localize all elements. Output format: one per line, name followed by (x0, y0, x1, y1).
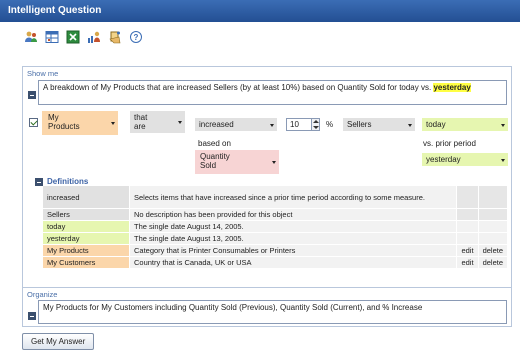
prior-period-dropdown[interactable]: yesterday (422, 153, 508, 166)
edit-link[interactable]: edit (457, 257, 478, 268)
toolbar: ? (24, 30, 143, 46)
table-icon[interactable] (45, 30, 59, 44)
verb-dropdown[interactable]: that are (130, 111, 185, 133)
collapse-organize-icon[interactable] (28, 312, 36, 320)
chevron-down-icon (408, 123, 412, 127)
chevron-down-icon (501, 123, 505, 127)
delete-link (478, 186, 507, 208)
table-row: today The single date August 14, 2005. (43, 221, 507, 232)
chevron-down-icon (272, 161, 276, 164)
stepper-up-icon[interactable] (313, 120, 319, 123)
svg-text:?: ? (134, 33, 139, 42)
definition-description: The single date August 13, 2005. (130, 233, 457, 244)
table-row: My Products Category that is Printer Con… (43, 245, 507, 256)
delete-link[interactable]: delete (478, 257, 507, 268)
show-me-label: Show me (27, 69, 59, 78)
help-icon[interactable]: ? (129, 30, 143, 44)
organize-panel: Organize My Products for My Customers in… (22, 287, 512, 327)
users-icon[interactable] (24, 30, 38, 44)
definition-term: My Products (43, 245, 129, 256)
measure-group-value: Sellers (347, 120, 372, 129)
comparison-value: increased (199, 120, 234, 129)
question-highlight: yesterday (433, 83, 471, 92)
definition-description: Country that is Canada, UK or USA (130, 257, 457, 268)
prior-period-value: yesterday (426, 155, 461, 164)
organize-text-box[interactable]: My Products for My Customers including Q… (38, 300, 507, 324)
chevron-down-icon (111, 122, 115, 125)
definition-description: Category that is Printer Consumables or … (130, 245, 457, 256)
delete-link (478, 209, 507, 220)
edit-link (457, 221, 478, 232)
show-me-panel: Show me A breakdown of My Products that … (22, 66, 512, 309)
chevron-down-icon (270, 123, 274, 127)
measure-dropdown[interactable]: Quantity Sold (195, 150, 279, 174)
question-text-box[interactable]: A breakdown of My Products that are incr… (38, 80, 507, 105)
delete-link[interactable]: delete (478, 245, 507, 256)
table-row: My Customers Country that is Canada, UK … (43, 257, 507, 268)
subject-dropdown[interactable]: My Products (42, 111, 118, 135)
window-title: Intelligent Question (0, 0, 520, 22)
definition-term: Sellers (43, 209, 129, 220)
edit-link (457, 209, 478, 220)
current-period-value: today (426, 120, 446, 129)
user-chart-icon[interactable] (87, 30, 101, 44)
current-period-dropdown[interactable]: today (422, 118, 508, 131)
stepper-down-icon[interactable] (313, 126, 319, 129)
threshold-stepper[interactable]: 10 (286, 118, 320, 131)
edit-link[interactable]: edit (457, 245, 478, 256)
collapse-question-icon[interactable] (28, 91, 36, 99)
threshold-value: 10 (290, 120, 299, 129)
definition-term: today (43, 221, 129, 232)
chevron-down-icon (501, 158, 505, 162)
get-my-answer-button[interactable]: Get My Answer (22, 333, 95, 350)
based-on-label: based on (198, 139, 231, 148)
comparison-dropdown[interactable]: increased (195, 118, 277, 131)
definition-description: No description has been provided for thi… (130, 209, 457, 220)
vs-prior-period-label: vs. prior period (423, 139, 476, 148)
delete-link (478, 233, 507, 244)
verb-value: that are (134, 113, 148, 131)
table-row: yesterday The single date August 13, 200… (43, 233, 507, 244)
percent-sign: % (326, 120, 334, 129)
definition-term: My Customers (43, 257, 129, 268)
subject-value: My Products (48, 113, 80, 131)
table-row: increased Selects items that have increa… (43, 186, 507, 208)
organize-label: Organize (27, 290, 58, 299)
question-text: A breakdown of My Products that are incr… (43, 83, 432, 92)
edit-link (457, 186, 478, 208)
measure-group-dropdown[interactable]: Sellers (343, 118, 415, 131)
spreadsheet-icon[interactable] (66, 30, 80, 44)
chevron-down-icon (178, 121, 182, 124)
criteria-checkbox[interactable] (29, 118, 38, 127)
definition-description: The single date August 14, 2005. (130, 221, 457, 232)
delete-link (478, 221, 507, 232)
edit-link (457, 233, 478, 244)
hand-icon[interactable] (108, 30, 122, 44)
definitions-table: increased Selects items that have increa… (42, 185, 508, 269)
organize-text: My Products for My Customers including Q… (43, 303, 423, 312)
definition-term: increased (43, 186, 129, 208)
table-row: Sellers No description has been provided… (43, 209, 507, 220)
stepper-buttons[interactable] (311, 119, 319, 130)
definition-description: Selects items that have increased since … (130, 186, 457, 208)
measure-value: Quantity Sold (200, 152, 230, 170)
definition-term: yesterday (43, 233, 129, 244)
